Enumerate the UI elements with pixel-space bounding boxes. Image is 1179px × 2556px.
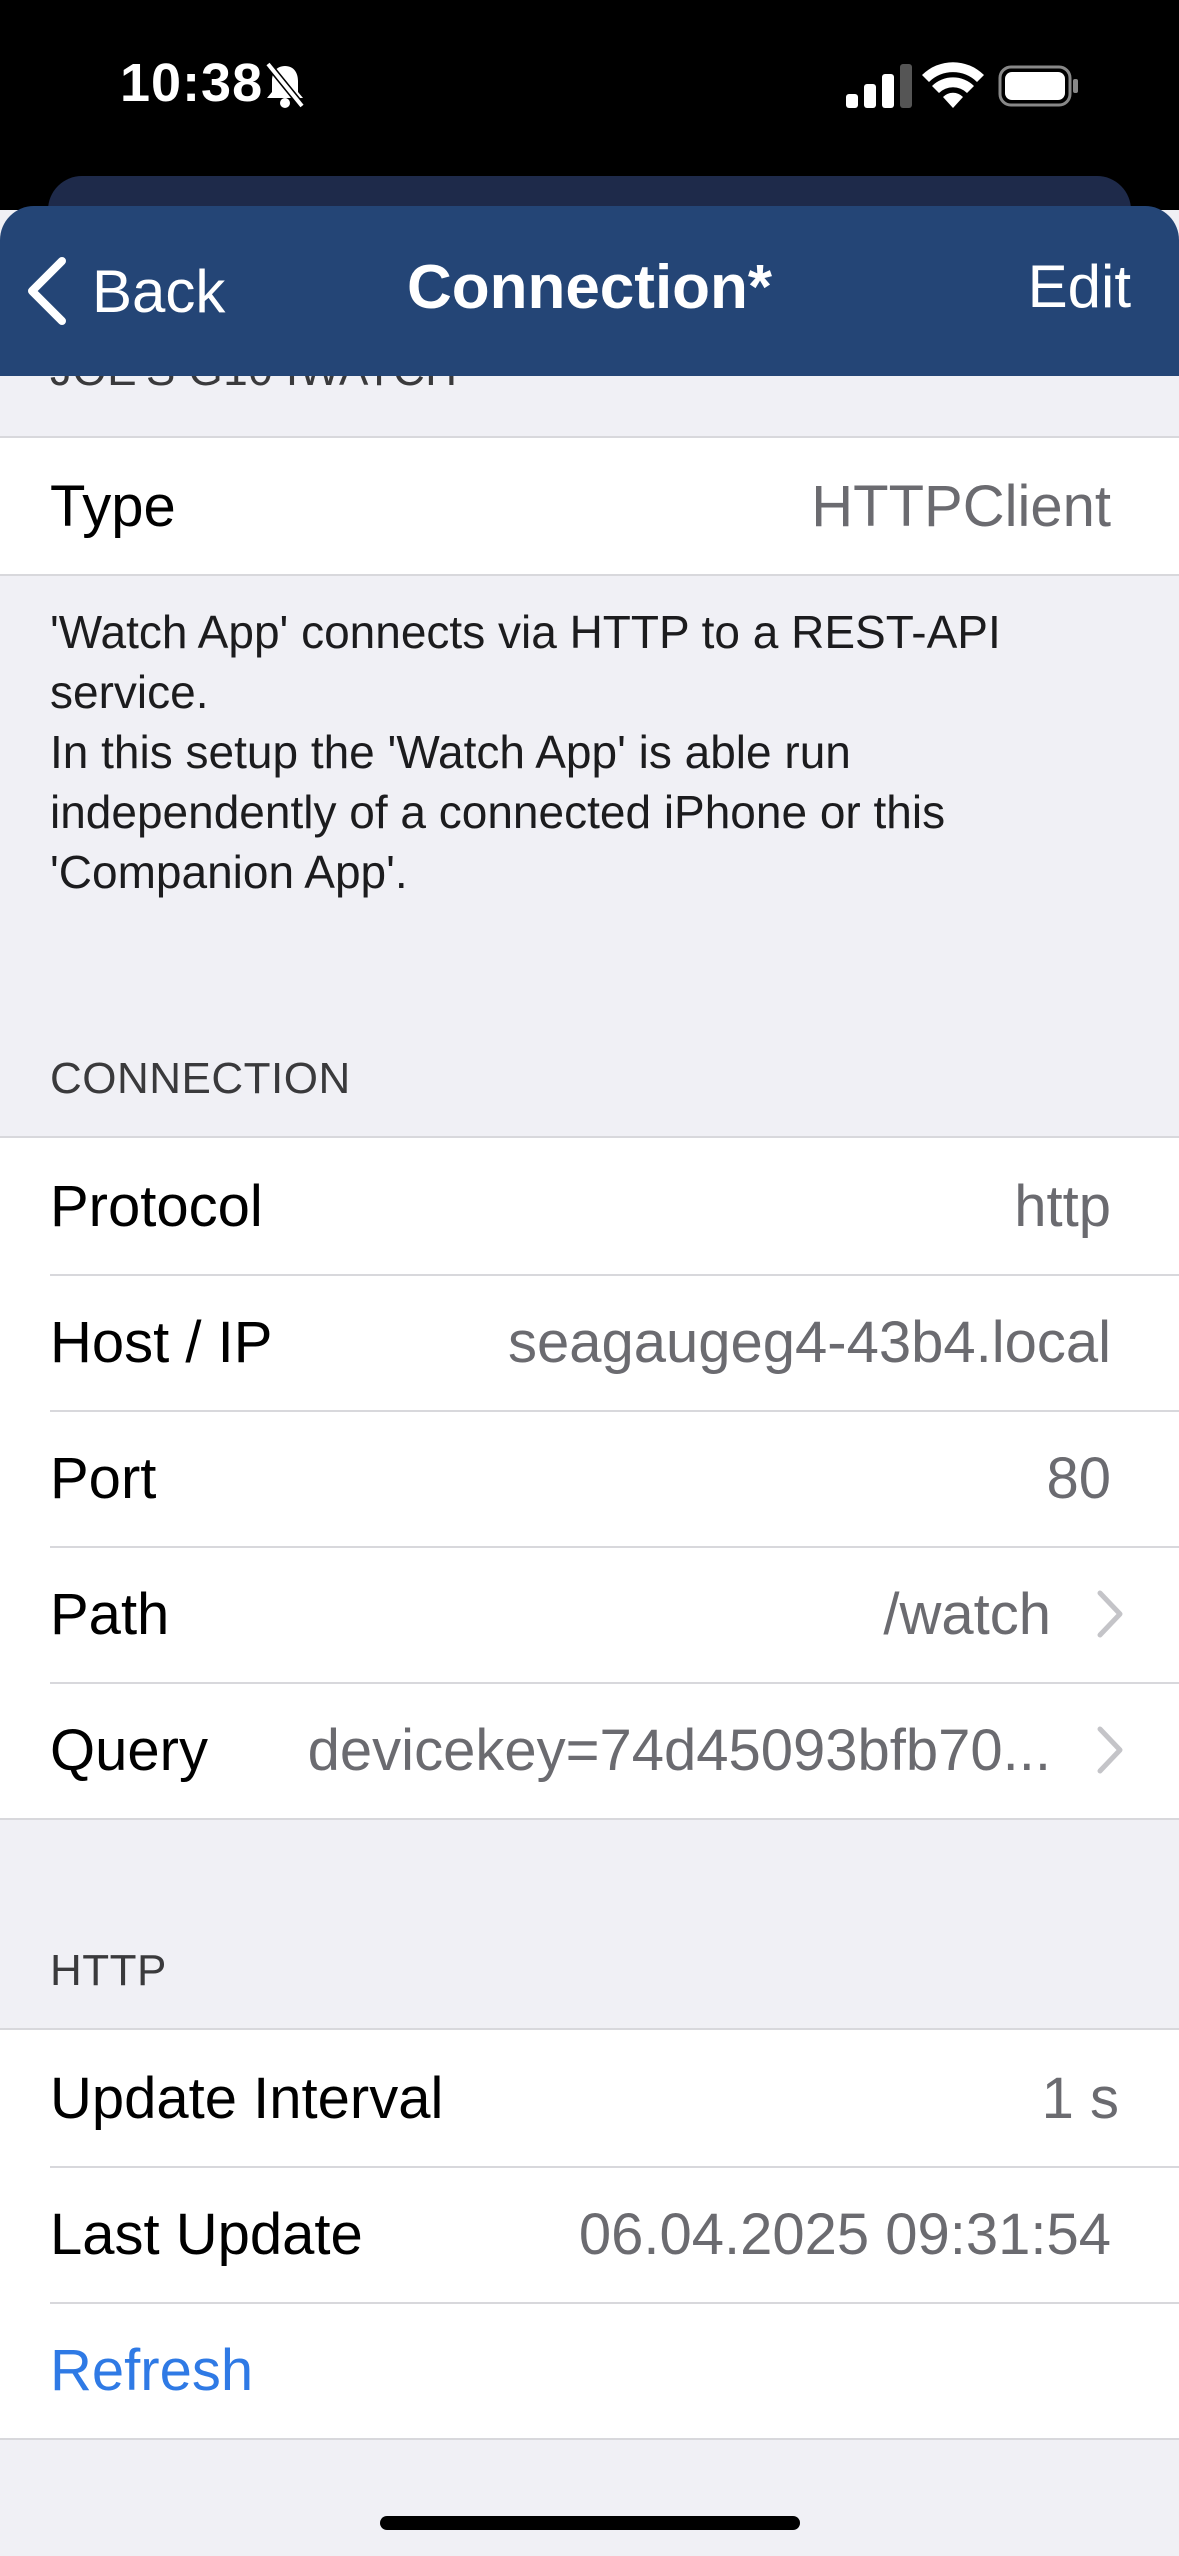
last-update-value: 06.04.2025 09:31:54 [578,2201,1111,2267]
chevron-left-icon [28,257,66,325]
back-label: Back [92,257,226,325]
port-label: Port [50,1445,157,1511]
chevron-right-icon [1097,1590,1123,1638]
query-row[interactable]: Query devicekey=74d45093bfb70... [0,1682,1179,1818]
query-label: Query [50,1717,208,1783]
scroll-content[interactable]: JOE'S G10 IWATCH Type HTTPClient 'Watch … [0,376,1179,2556]
battery-icon [998,65,1078,107]
protocol-label: Protocol [50,1173,263,1239]
type-group: Type HTTPClient [0,436,1179,576]
host-row[interactable]: Host / IP seagaugeg4-43b4.local [0,1274,1179,1410]
port-value: 80 [1046,1445,1111,1511]
path-row[interactable]: Path /watch [0,1546,1179,1682]
host-value: seagaugeg4-43b4.local [507,1309,1111,1375]
type-row: Type HTTPClient [0,438,1179,574]
last-update-row: Last Update 06.04.2025 09:31:54 [0,2166,1179,2302]
http-section-header: HTTP [50,1946,167,1995]
silent-bell-icon [265,61,305,109]
protocol-value: http [1014,1173,1111,1239]
path-label: Path [50,1581,170,1647]
host-label: Host / IP [50,1309,273,1375]
update-interval-row[interactable]: Update Interval 1 s [0,2030,1179,2166]
type-label: Type [50,473,176,539]
path-value: /watch [883,1581,1051,1647]
navigation-bar: Connection* Back Edit [0,206,1179,376]
connection-section-header: CONNECTION [50,1054,351,1103]
port-row[interactable]: Port 80 [0,1410,1179,1546]
type-value: HTTPClient [811,473,1111,539]
last-update-label: Last Update [50,2201,363,2267]
type-description: 'Watch App' connects via HTTP to a REST-… [50,606,1001,898]
refresh-row[interactable]: Refresh [0,2302,1179,2438]
device-section-header: JOE'S G10 IWATCH [50,376,458,396]
refresh-button[interactable]: Refresh [50,2337,253,2404]
home-indicator[interactable] [380,2516,800,2530]
cellular-signal-icon [846,64,912,108]
update-interval-value: 1 s [1041,2065,1119,2131]
wifi-icon [922,62,984,108]
update-interval-label: Update Interval [50,2065,444,2131]
protocol-row[interactable]: Protocol http [0,1138,1179,1274]
chevron-right-icon [1097,1726,1123,1774]
http-group: Update Interval 1 s Last Update 06.04.20… [0,2028,1179,2440]
connection-group: Protocol http Host / IP seagaugeg4-43b4.… [0,1136,1179,1820]
back-button[interactable]: Back [24,246,225,336]
query-value: devicekey=74d45093bfb70... [307,1717,1051,1783]
edit-button[interactable]: Edit [1028,252,1131,321]
status-time: 10:38 [120,53,264,113]
